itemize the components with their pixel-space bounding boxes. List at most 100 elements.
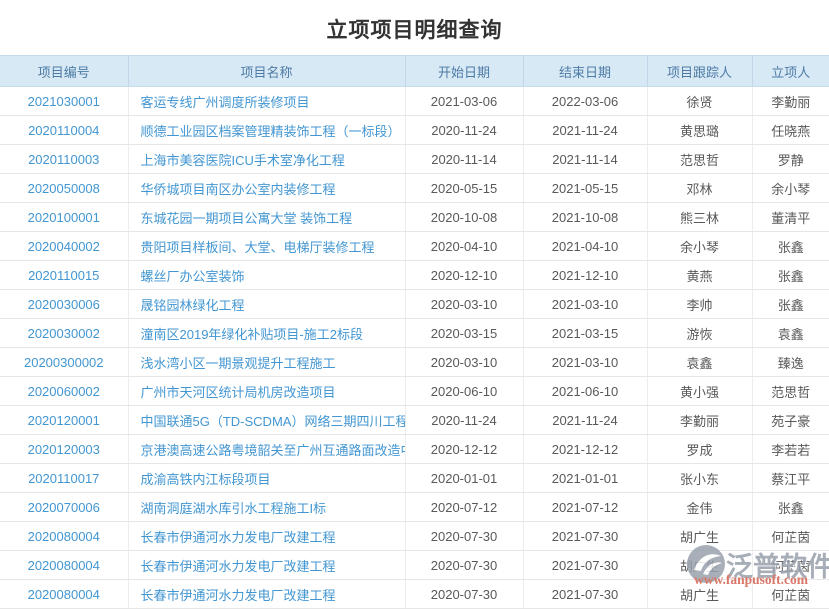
cell-id[interactable]: 2020120003 (0, 435, 128, 464)
cell-name[interactable]: 中国联通5G（TD-SCDMA）网络三期四川工程 (128, 406, 405, 435)
cell-id[interactable]: 2020120001 (0, 406, 128, 435)
cell-end: 2021-05-15 (523, 174, 647, 203)
table-row: 2020050008华侨城项目南区办公室内装修工程2020-05-152021-… (0, 174, 829, 203)
cell-start: 2020-06-10 (405, 377, 523, 406)
table-row: 2020100001东城花园一期项目公寓大堂 装饰工程2020-10-08202… (0, 203, 829, 232)
cell-tracker: 游恢 (647, 319, 752, 348)
cell-creator: 罗静 (752, 145, 829, 174)
cell-end: 2021-07-30 (523, 580, 647, 609)
cell-start: 2020-03-10 (405, 348, 523, 377)
table-row: 2020080004长春市伊通河水力发电厂改建工程2020-07-302021-… (0, 580, 829, 609)
cell-id[interactable]: 2020110003 (0, 145, 128, 174)
cell-start: 2020-04-10 (405, 232, 523, 261)
cell-tracker: 胡广生 (647, 580, 752, 609)
table-row: 2020070006湖南洞庭湖水库引水工程施工I标2020-07-122021-… (0, 493, 829, 522)
page-title: 立项项目明细查询 (0, 0, 829, 55)
cell-name[interactable]: 东城花园一期项目公寓大堂 装饰工程 (128, 203, 405, 232)
cell-name[interactable]: 长春市伊通河水力发电厂改建工程 (128, 551, 405, 580)
cell-start: 2020-01-01 (405, 464, 523, 493)
cell-tracker: 黄思璐 (647, 116, 752, 145)
cell-end: 2021-12-12 (523, 435, 647, 464)
cell-end: 2021-11-24 (523, 406, 647, 435)
cell-end: 2021-12-10 (523, 261, 647, 290)
cell-start: 2020-12-10 (405, 261, 523, 290)
cell-name[interactable]: 京港澳高速公路粤境韶关至广州互通路面改造中 (128, 435, 405, 464)
cell-creator: 臻逸 (752, 348, 829, 377)
projects-table: 项目编号项目名称开始日期结束日期项目跟踪人立项人 2021030001客运专线广… (0, 55, 829, 609)
cell-start: 2020-03-10 (405, 290, 523, 319)
cell-id[interactable]: 2020040002 (0, 232, 128, 261)
cell-creator: 任晓燕 (752, 116, 829, 145)
cell-name[interactable]: 长春市伊通河水力发电厂改建工程 (128, 580, 405, 609)
cell-id[interactable]: 2020050008 (0, 174, 128, 203)
cell-id[interactable]: 2020080004 (0, 580, 128, 609)
cell-id[interactable]: 2020030002 (0, 319, 128, 348)
cell-id[interactable]: 2020060002 (0, 377, 128, 406)
cell-name[interactable]: 广州市天河区统计局机房改造项目 (128, 377, 405, 406)
cell-creator: 张鑫 (752, 261, 829, 290)
cell-tracker: 黄燕 (647, 261, 752, 290)
cell-name[interactable]: 浅水湾小区一期景观提升工程施工 (128, 348, 405, 377)
cell-creator: 苑子豪 (752, 406, 829, 435)
cell-tracker: 金伟 (647, 493, 752, 522)
cell-start: 2020-10-08 (405, 203, 523, 232)
cell-id[interactable]: 2020110017 (0, 464, 128, 493)
cell-name[interactable]: 潼南区2019年绿化补贴项目-施工2标段 (128, 319, 405, 348)
table-row: 2020030006晟铭园林绿化工程2020-03-102021-03-10李帅… (0, 290, 829, 319)
cell-end: 2022-03-06 (523, 87, 647, 116)
cell-id[interactable]: 2020110015 (0, 261, 128, 290)
cell-creator: 范思哲 (752, 377, 829, 406)
cell-id[interactable]: 2020110004 (0, 116, 128, 145)
cell-name[interactable]: 晟铭园林绿化工程 (128, 290, 405, 319)
column-header-name: 项目名称 (128, 56, 405, 87)
cell-id[interactable]: 2020070006 (0, 493, 128, 522)
cell-creator: 董清平 (752, 203, 829, 232)
cell-id[interactable]: 20200300002 (0, 348, 128, 377)
table-row: 2020110015螺丝厂办公室装饰2020-12-102021-12-10黄燕… (0, 261, 829, 290)
cell-creator: 张鑫 (752, 290, 829, 319)
table-row: 2020120003京港澳高速公路粤境韶关至广州互通路面改造中2020-12-1… (0, 435, 829, 464)
cell-end: 2021-07-30 (523, 551, 647, 580)
cell-name[interactable]: 上海市美容医院ICU手术室净化工程 (128, 145, 405, 174)
cell-name[interactable]: 螺丝厂办公室装饰 (128, 261, 405, 290)
cell-tracker: 余小琴 (647, 232, 752, 261)
cell-tracker: 范思哲 (647, 145, 752, 174)
cell-name[interactable]: 顺德工业园区档案管理精装饰工程（一标段） (128, 116, 405, 145)
cell-start: 2020-11-24 (405, 116, 523, 145)
cell-id[interactable]: 2021030001 (0, 87, 128, 116)
cell-creator: 蔡江平 (752, 464, 829, 493)
cell-start: 2020-05-15 (405, 174, 523, 203)
cell-start: 2021-03-06 (405, 87, 523, 116)
table-row: 2020080004长春市伊通河水力发电厂改建工程2020-07-302021-… (0, 522, 829, 551)
cell-start: 2020-11-14 (405, 145, 523, 174)
column-header-start: 开始日期 (405, 56, 523, 87)
cell-name[interactable]: 客运专线广州调度所装修项目 (128, 87, 405, 116)
cell-name[interactable]: 长春市伊通河水力发电厂改建工程 (128, 522, 405, 551)
cell-creator: 何芷茵 (752, 551, 829, 580)
cell-end: 2021-11-24 (523, 116, 647, 145)
cell-id[interactable]: 2020100001 (0, 203, 128, 232)
cell-name[interactable]: 湖南洞庭湖水库引水工程施工I标 (128, 493, 405, 522)
cell-creator: 李勤丽 (752, 87, 829, 116)
table-row: 2020110003上海市美容医院ICU手术室净化工程2020-11-14202… (0, 145, 829, 174)
cell-tracker: 胡广生 (647, 551, 752, 580)
cell-end: 2021-04-10 (523, 232, 647, 261)
table-row: 2020040002贵阳项目样板间、大堂、电梯厅装修工程2020-04-1020… (0, 232, 829, 261)
cell-end: 2021-10-08 (523, 203, 647, 232)
table-row: 2021030001客运专线广州调度所装修项目2021-03-062022-03… (0, 87, 829, 116)
cell-start: 2020-07-30 (405, 551, 523, 580)
cell-end: 2021-07-12 (523, 493, 647, 522)
cell-id[interactable]: 2020080004 (0, 551, 128, 580)
cell-creator: 何芷茵 (752, 522, 829, 551)
cell-tracker: 李帅 (647, 290, 752, 319)
table-row: 2020110004顺德工业园区档案管理精装饰工程（一标段）2020-11-24… (0, 116, 829, 145)
cell-start: 2020-03-15 (405, 319, 523, 348)
cell-tracker: 罗成 (647, 435, 752, 464)
cell-id[interactable]: 2020030006 (0, 290, 128, 319)
cell-name[interactable]: 成渝高铁内江标段项目 (128, 464, 405, 493)
cell-name[interactable]: 贵阳项目样板间、大堂、电梯厅装修工程 (128, 232, 405, 261)
cell-name[interactable]: 华侨城项目南区办公室内装修工程 (128, 174, 405, 203)
cell-id[interactable]: 2020080004 (0, 522, 128, 551)
cell-creator: 何芷茵 (752, 580, 829, 609)
cell-creator: 袁鑫 (752, 319, 829, 348)
